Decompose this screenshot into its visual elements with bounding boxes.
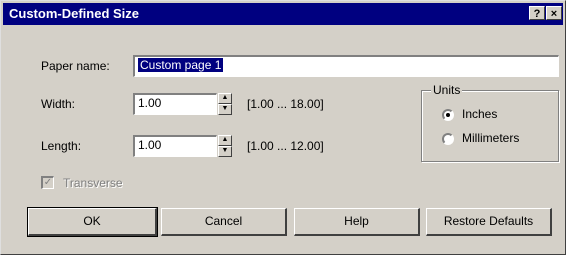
- width-spinner[interactable]: ▲ ▼: [218, 93, 232, 115]
- units-group-title: Units: [431, 83, 463, 97]
- ok-button[interactable]: OK: [27, 207, 158, 237]
- help-button[interactable]: Help: [294, 208, 420, 236]
- title-bar[interactable]: Custom-Defined Size ? ×: [3, 3, 563, 25]
- length-input[interactable]: 1.00: [133, 135, 217, 157]
- spin-up-icon[interactable]: ▲: [218, 93, 232, 104]
- dialog-title: Custom-Defined Size: [9, 6, 140, 21]
- transverse-label: Transverse: [63, 176, 123, 190]
- custom-size-dialog: Custom-Defined Size ? × Paper name: Cust…: [0, 0, 566, 255]
- millimeters-radio[interactable]: [442, 133, 454, 145]
- help-title-button[interactable]: ?: [529, 6, 545, 20]
- millimeters-label[interactable]: Millimeters: [462, 131, 519, 145]
- inches-radio[interactable]: [442, 109, 454, 121]
- length-range: [1.00 ... 12.00]: [247, 139, 324, 153]
- paper-name-value: Custom page 1: [138, 58, 224, 72]
- cancel-button[interactable]: Cancel: [161, 208, 287, 236]
- transverse-checkbox[interactable]: ✓: [41, 176, 54, 189]
- restore-defaults-button[interactable]: Restore Defaults: [426, 208, 552, 236]
- spin-down-icon[interactable]: ▼: [218, 104, 232, 115]
- length-spinner[interactable]: ▲ ▼: [218, 135, 232, 157]
- paper-name-label: Paper name:: [41, 59, 110, 73]
- close-button[interactable]: ×: [546, 6, 562, 20]
- radio-dot-icon: [446, 113, 450, 117]
- units-group: Units Inches Millimeters: [421, 83, 559, 162]
- width-label: Width:: [41, 97, 76, 111]
- spin-down-icon[interactable]: ▼: [218, 146, 232, 157]
- width-input[interactable]: 1.00: [133, 93, 217, 115]
- length-label: Length:: [41, 139, 82, 153]
- inches-label[interactable]: Inches: [462, 107, 497, 121]
- paper-name-input[interactable]: Custom page 1: [133, 55, 559, 77]
- width-range: [1.00 ... 18.00]: [247, 97, 324, 111]
- spin-up-icon[interactable]: ▲: [218, 135, 232, 146]
- check-icon: ✓: [43, 177, 53, 188]
